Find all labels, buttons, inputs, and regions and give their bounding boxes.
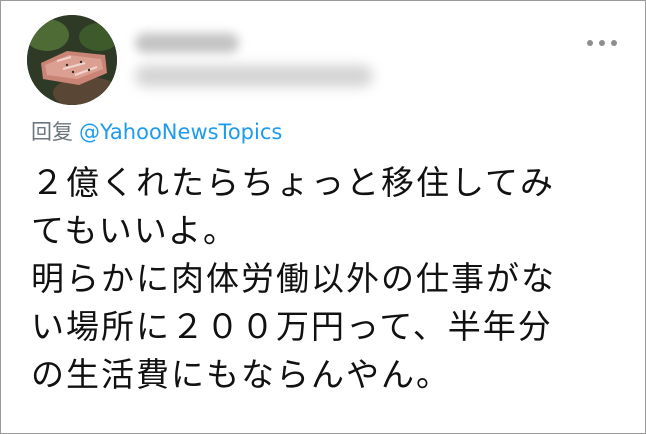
tweet-card: 回复 @YahooNewsTopics ２億くれたらちょっと移住してみ てもいいよ… xyxy=(0,0,646,434)
reply-label: 回复 xyxy=(31,120,73,144)
tweet-body: ２億くれたらちょっと移住してみ てもいいよ。 明らかに肉体労働以外の仕事がな い… xyxy=(31,159,631,399)
reply-handle-link[interactable]: @YahooNewsTopics xyxy=(79,120,282,144)
avatar[interactable] xyxy=(27,15,117,105)
tweet-text-line: の生活費にもならんやん。 xyxy=(31,355,451,394)
dot xyxy=(599,40,605,46)
user-handle-redacted[interactable] xyxy=(135,65,373,87)
tweet-text-line: 明らかに肉体労働以外の仕事がな xyxy=(31,259,556,298)
tweet-text-line: い場所に２００万円って、半年分 xyxy=(31,307,553,346)
avatar-photo-icon xyxy=(27,15,117,105)
reply-context: 回复 @YahooNewsTopics xyxy=(31,118,282,146)
dot xyxy=(587,40,593,46)
tweet-text-line: ２億くれたらちょっと移住してみ xyxy=(31,163,556,202)
display-name-redacted[interactable] xyxy=(135,33,239,53)
dot xyxy=(611,40,617,46)
tweet-text-line: てもいいよ。 xyxy=(31,211,239,250)
more-options-icon[interactable] xyxy=(587,37,617,49)
